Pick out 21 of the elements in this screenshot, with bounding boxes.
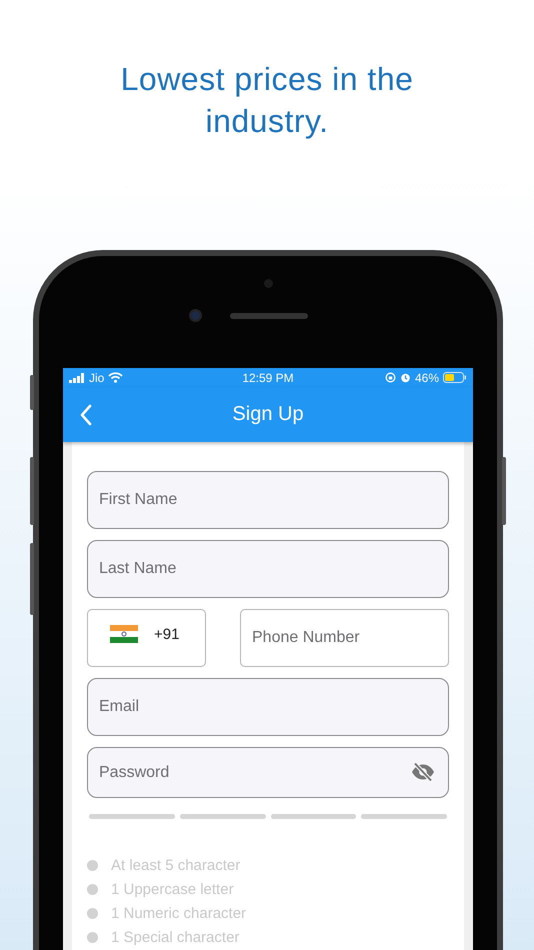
wifi-icon [108, 372, 124, 383]
eye-slash-icon[interactable] [411, 762, 435, 782]
first-name-field[interactable]: First Name [87, 471, 449, 529]
carrier-name: Jio [89, 370, 104, 384]
country-code-picker[interactable]: +91 [87, 609, 206, 667]
orientation-lock-icon [384, 372, 396, 383]
headline: Lowest prices in the industry. [120, 60, 414, 141]
last-name-field[interactable]: Last Name [87, 540, 449, 598]
password-field[interactable]: Password [87, 747, 449, 798]
country-code: +91 [154, 626, 180, 642]
signal-icon [69, 372, 85, 382]
alarm-icon [400, 372, 411, 383]
email-field[interactable]: Email [87, 678, 449, 736]
status-time: 12:59 PM [242, 370, 294, 384]
screen-title: Sign Up [232, 403, 304, 426]
flag-icon [110, 625, 138, 643]
chevron-left-icon [79, 404, 93, 426]
camera-icon [188, 309, 202, 322]
phone-number-field[interactable]: Phone Number [240, 609, 449, 667]
battery-percent: 46% [414, 370, 439, 384]
battery-icon [443, 372, 467, 383]
